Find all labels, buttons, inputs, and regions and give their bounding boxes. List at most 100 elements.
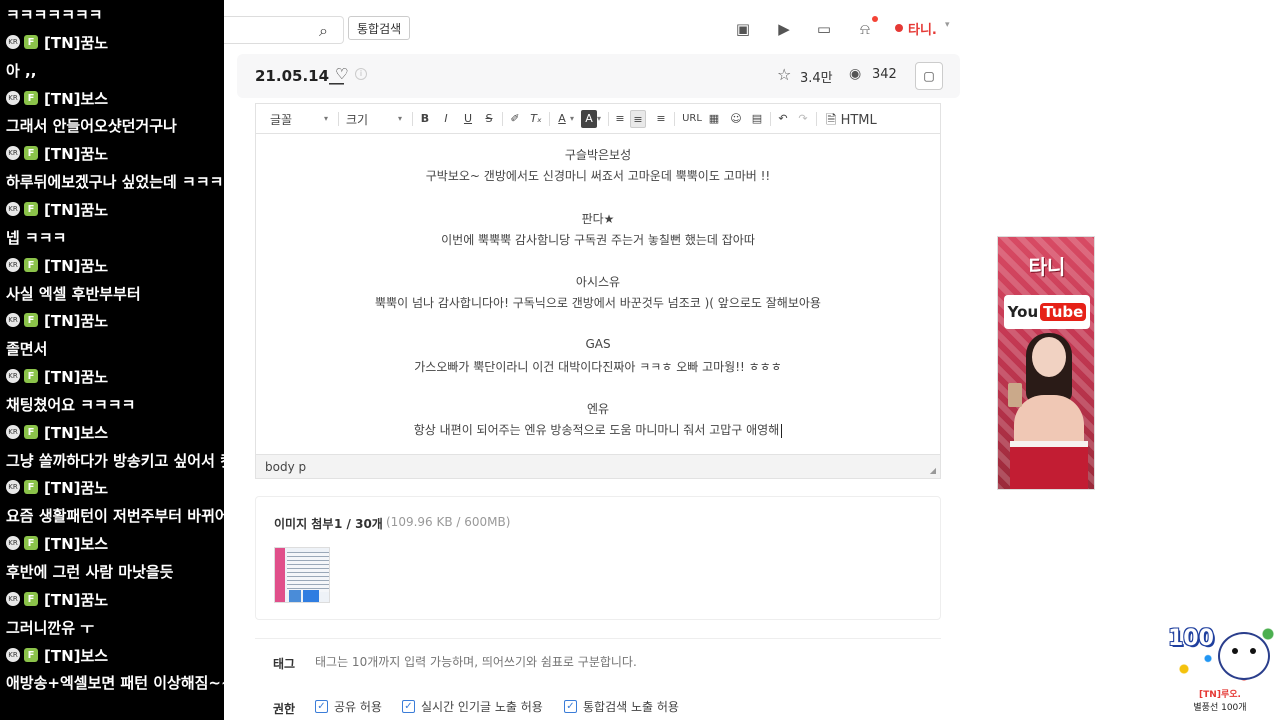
chat-username[interactable]: [TN]꿈노 <box>44 143 108 164</box>
bg-color-chevron-icon[interactable]: ▾ <box>597 114 601 123</box>
sticker-button[interactable]: ▢ <box>915 62 943 90</box>
editor-content[interactable]: 구슬박은보성 구박보오~ 갠방에서도 신경마니 써죠서 고마운데 뿍뿍이도 고마… <box>256 140 940 450</box>
chat-username[interactable]: [TN]꿈노 <box>44 255 108 276</box>
checkbox-icon[interactable]: ✓ <box>402 700 415 713</box>
chat-username-row: KR F [TN]꿈노 <box>6 253 108 277</box>
bookmark-icon[interactable]: ▣ <box>734 20 752 38</box>
chat-username[interactable]: [TN]보스 <box>44 645 108 666</box>
broadcast-icon[interactable]: ▭ <box>815 20 833 38</box>
redo-icon[interactable]: ↷ <box>795 110 811 128</box>
star-icon[interactable]: ☆ <box>777 65 791 84</box>
heart-icon[interactable]: ♡ <box>335 65 348 83</box>
chat-message-text: 채팅쳤어요 ㅋㅋㅋㅋ <box>6 395 136 414</box>
cat-icon <box>1218 632 1270 680</box>
search-input[interactable]: ⌕ <box>224 16 344 44</box>
bell-icon[interactable]: ⍾ <box>856 20 874 38</box>
checkbox-icon[interactable]: ✓ <box>564 700 577 713</box>
post-title[interactable]: 21.05.14__ <box>255 67 344 85</box>
chat-message-text: 그래서 안들어오샷던거구나 <box>6 116 177 135</box>
chat-message: 하루뒤에보겠구나 싶었는데 ㅋㅋㅋㅋ <box>6 169 224 193</box>
country-badge-icon: KR <box>6 258 20 272</box>
image-icon[interactable]: ▤ <box>749 110 765 128</box>
toolbar-divider <box>338 112 339 126</box>
fan-badge-icon: F <box>24 480 38 494</box>
chat-message-text: 사실 엑셀 후반부부터 <box>6 284 141 303</box>
chat-username[interactable]: [TN]꿈노 <box>44 199 108 220</box>
content-line: 아시스유 <box>575 275 621 289</box>
chat-username-row: KR F [TN]꿈노 <box>6 587 108 611</box>
chat-message-text: 후반에 그런 사람 마낫을듯 <box>6 562 174 581</box>
bold-icon[interactable]: B <box>417 110 433 128</box>
size-select-chevron-icon[interactable]: ▾ <box>398 114 402 123</box>
search-exposure-checkbox[interactable]: ✓ 통합검색 노출 허용 <box>564 698 679 715</box>
chat-message-text: ㅋㅋㅋㅋㅋㅋㅋ <box>6 5 103 24</box>
country-badge-icon: KR <box>6 91 20 105</box>
attachment-size: (109.96 KB / 600MB) <box>386 515 511 529</box>
chat-message: 요즘 생활패턴이 저번주부터 바뀌어가지구 <box>6 503 224 527</box>
country-badge-icon: KR <box>6 202 20 216</box>
size-select[interactable]: 크기 <box>346 111 368 128</box>
content-line: 구슬박은보성 <box>564 148 632 162</box>
font-select[interactable]: 글꼴 <box>270 111 292 128</box>
checkbox-icon[interactable]: ✓ <box>315 700 328 713</box>
bg-color-icon[interactable]: A <box>581 110 597 128</box>
undo-icon[interactable]: ↶ <box>775 110 791 128</box>
text-color-icon[interactable]: A <box>554 110 570 128</box>
underline-icon[interactable]: U <box>460 110 476 128</box>
chat-username[interactable]: [TN]꿈노 <box>44 310 108 331</box>
chat-message: 채팅쳤어요 ㅋㅋㅋㅋ <box>6 392 135 416</box>
chat-username[interactable]: [TN]꿈노 <box>44 32 108 53</box>
align-left-icon[interactable]: ≡ <box>612 110 628 128</box>
content-line-text: 항상 내편이 되어주는 엔유 방송적으로 도움 마니마니 줘서 고맙구 애영해 <box>413 423 780 437</box>
attachment-count: 1 / 30개 <box>334 517 383 531</box>
search-icon[interactable]: ⌕ <box>319 21 328 41</box>
toolbar-divider <box>816 112 817 126</box>
fan-badge-icon: F <box>24 592 38 606</box>
html-mode-button[interactable]: 🗎 HTML <box>826 111 877 133</box>
user-name[interactable]: 타니. <box>908 19 937 38</box>
chat-message: 그냥 쏠까하다가 방송키고 싶어서 컷대용 <box>6 448 224 472</box>
align-right-icon[interactable]: ≡ <box>653 110 669 128</box>
user-status-icon <box>895 24 903 32</box>
view-icon: ◉ <box>849 66 862 82</box>
fan-badge-icon: F <box>24 313 38 327</box>
toolbar-divider <box>502 112 503 126</box>
text-color-chevron-icon[interactable]: ▾ <box>570 114 574 123</box>
content-line: 구박보오~ 갠방에서도 신경마니 써죠서 고마운데 뿍뿍이도 고마버 !! <box>425 169 771 183</box>
url-button[interactable]: URL <box>680 110 704 128</box>
chat-username[interactable]: [TN]보스 <box>44 422 108 443</box>
chat-message-text: 요즘 생활패턴이 저번주부터 바뀌어가지구 <box>6 506 224 525</box>
youtube-banner[interactable]: 타니 You Tube <box>997 236 1095 490</box>
strikethrough-icon[interactable]: S <box>481 110 497 128</box>
chat-username[interactable]: [TN]보스 <box>44 88 108 109</box>
italic-icon[interactable]: I <box>438 110 454 128</box>
chat-message: 아 ,, <box>6 58 36 82</box>
brush-icon[interactable]: ✐ <box>507 110 523 128</box>
chevron-down-icon[interactable]: ▾ <box>945 20 950 30</box>
chat-message: 넵 ㅋㅋㅋ <box>6 225 66 249</box>
country-badge-icon: KR <box>6 425 20 439</box>
clear-format-icon[interactable]: Tₓ <box>528 110 544 128</box>
font-select-chevron-icon[interactable]: ▾ <box>324 114 328 123</box>
info-icon[interactable]: i <box>355 68 367 80</box>
post-editor[interactable]: 글꼴 ▾ 크기 ▾ B I U S ✐ Tₓ A ▾ A ▾ ≡ ≡ ≡ URL… <box>255 103 941 479</box>
chat-panel: ㅋㅋㅋㅋㅋㅋㅋ KR F [TN]꿈노 아 ,, KR F [TN]보스 그래서 안들어오샷던거… <box>0 0 224 720</box>
table-icon[interactable]: ▦ <box>706 110 722 128</box>
fan-badge-icon: F <box>24 146 38 160</box>
country-badge-icon: KR <box>6 369 20 383</box>
chat-username[interactable]: [TN]꿈노 <box>44 589 108 610</box>
realtime-popular-checkbox[interactable]: ✓ 실시간 인기글 노출 허용 <box>402 698 543 715</box>
chat-username[interactable]: [TN]보스 <box>44 533 108 554</box>
share-permission-checkbox[interactable]: ✓ 공유 허용 <box>315 698 382 715</box>
tag-input[interactable] <box>315 653 915 671</box>
video-icon[interactable]: ▶ <box>775 20 793 38</box>
attachment-thumbnail[interactable] <box>274 547 330 603</box>
align-center-icon[interactable]: ≡ <box>630 110 646 128</box>
chat-username[interactable]: [TN]꿈노 <box>44 477 108 498</box>
integrated-search-button[interactable]: 통합검색 <box>348 16 411 40</box>
chat-username[interactable]: [TN]꿈노 <box>44 366 108 387</box>
resize-handle-icon[interactable]: ◢ <box>930 466 936 475</box>
sticker-amount: 별풍선 100개 <box>1193 703 1247 713</box>
emoji-icon[interactable]: ☺ <box>728 110 744 128</box>
editor-status-bar: body p ◢ <box>256 454 940 478</box>
